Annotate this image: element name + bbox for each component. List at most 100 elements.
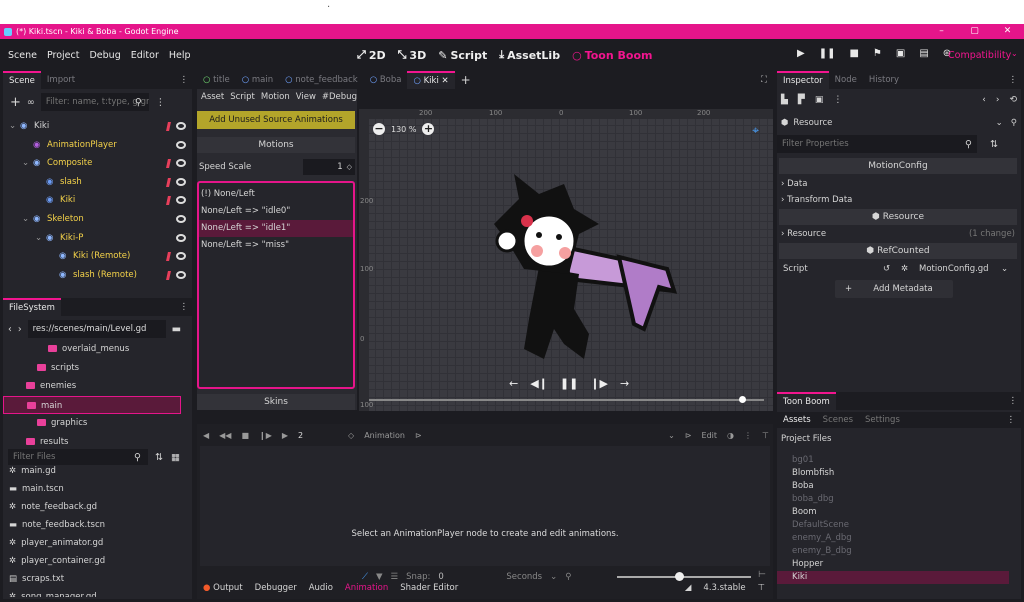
anim-back-icon[interactable]: ◀◀ (219, 431, 231, 440)
pause-icon[interactable]: ❚❚ (819, 48, 836, 59)
motion-item[interactable]: None/Left => "miss" (199, 237, 353, 254)
menu-asset[interactable]: Asset (201, 92, 224, 102)
folder-scripts[interactable]: scripts (3, 359, 192, 377)
grid-view-icon[interactable]: ▦ (171, 452, 180, 463)
scene-node-kiki-remote-[interactable]: ◉ Kiki (Remote) (3, 247, 192, 265)
visibility-eye-icon[interactable] (176, 140, 186, 149)
speed-scale-field[interactable]: 1 ◇ (303, 159, 355, 175)
tab-import[interactable]: Import (41, 71, 81, 89)
output-tab[interactable]: ● Output (203, 583, 243, 593)
history-icon[interactable]: ⟲ (1009, 95, 1017, 105)
asset-item[interactable]: enemy_A_dbg (777, 532, 1009, 545)
asset-item[interactable]: DefaultScene (777, 519, 1009, 532)
add-node-icon[interactable]: + (10, 95, 21, 110)
kiki-character[interactable] (469, 169, 689, 369)
editor-tab-note-feedback[interactable]: ○ note_feedback (279, 71, 364, 89)
scene-node-slash[interactable]: ◉ slash (3, 173, 192, 191)
maximize-button[interactable]: ▢ (958, 24, 991, 39)
asset-item[interactable]: Blombfish (777, 467, 1009, 480)
anim-first-icon[interactable]: ◀ (203, 431, 209, 440)
script-icon[interactable] (166, 177, 171, 187)
zoom-out-icon[interactable]: − (373, 123, 385, 135)
canvas-viewport[interactable]: 200 100 0 100 200 200 100 0 100 − 130 % … (359, 109, 773, 411)
scene-node-skeleton[interactable]: ⌄ ◉ Skeleton (3, 210, 192, 228)
file-player-container-gd[interactable]: ✲ player_container.gd (3, 552, 192, 570)
menu-editor[interactable]: Editor (126, 50, 164, 61)
renderer-select[interactable]: Compatibility (948, 50, 1011, 61)
pin-bottom-icon[interactable]: ⊤ (758, 583, 765, 593)
link-icon[interactable]: ∞ (27, 97, 35, 108)
minimize-button[interactable]: – (925, 24, 958, 39)
step-back-icon[interactable]: ◀❙ (530, 377, 548, 390)
workspace-3d[interactable]: ⤡ 3D (398, 48, 427, 62)
editor-tab-title[interactable]: ○ title (197, 71, 236, 89)
zoom-level[interactable]: 130 % (391, 125, 416, 134)
options-dots-icon[interactable]: ⋮ (156, 97, 166, 108)
animation-tab[interactable]: Animation (345, 583, 388, 593)
audio-tab[interactable]: Audio (309, 583, 333, 593)
asset-item[interactable]: enemy_B_dbg (777, 545, 1009, 558)
zoom-in-icon[interactable]: + (422, 123, 435, 135)
script-icon[interactable] (166, 252, 171, 262)
asset-item[interactable]: boba_dbg (777, 493, 1009, 506)
menu-dots-icon[interactable]: ⋮ (1009, 75, 1018, 85)
anim-frame-field[interactable]: 2 (298, 431, 338, 440)
expand-arrow-icon[interactable]: ⌄ (9, 117, 16, 135)
tab-history[interactable]: History (863, 71, 905, 89)
playback-scrubber[interactable] (369, 399, 764, 401)
visibility-eye-icon[interactable] (176, 252, 186, 261)
section-transform-data[interactable]: › Transform Data (777, 192, 1021, 208)
scene-node-composite[interactable]: ⌄ ◉ Composite (3, 154, 192, 172)
file-main-gd[interactable]: ✲ main.gd (3, 462, 192, 480)
folder-overlaid-menus[interactable]: overlaid_menus (3, 340, 192, 358)
visibility-eye-icon[interactable] (176, 196, 186, 205)
step-forward-icon[interactable]: ❙▶ (590, 377, 608, 390)
gear-icon[interactable]: ✲ (901, 261, 908, 277)
menu-script[interactable]: Script (230, 92, 255, 102)
chevron-down-icon[interactable]: ⌄ (1001, 261, 1008, 277)
folder-results[interactable]: results (3, 433, 192, 449)
shader-editor-tab[interactable]: Shader Editor (400, 583, 458, 593)
stop-icon[interactable]: ■ (849, 48, 858, 59)
file-scraps-txt[interactable]: ▤ scraps.txt (3, 570, 192, 588)
add-metadata-button[interactable]: + Add Metadata (835, 280, 953, 298)
new-resource-icon[interactable]: ▙ (781, 95, 788, 105)
next-icon[interactable]: → (620, 377, 629, 390)
spin-icon[interactable]: ◇ (347, 163, 352, 171)
asset-item[interactable]: Hopper (777, 558, 1009, 571)
menu-motion[interactable]: Motion (261, 92, 290, 102)
play-icon[interactable]: ▶ (797, 48, 805, 59)
script-icon[interactable] (166, 270, 171, 280)
editor-tab-kiki[interactable]: ○ Kiki ✕ (407, 71, 455, 89)
file-player-animator-gd[interactable]: ✲ player_animator.gd (3, 534, 192, 552)
menu-scene[interactable]: Scene (3, 50, 42, 61)
section-data[interactable]: › Data (777, 176, 1021, 192)
scene-node-kiki-p[interactable]: ⌄ ◉ Kiki-P (3, 229, 192, 247)
asset-item[interactable]: Boom (777, 506, 1009, 519)
visibility-eye-icon[interactable] (176, 159, 186, 168)
asset-item[interactable]: Kiki (777, 571, 1009, 584)
play-scene-icon[interactable]: ▤ (919, 48, 928, 59)
workspace-assetlib[interactable]: ⤓ AssetLib (499, 48, 560, 62)
expand-arrow-icon[interactable]: ⌄ (35, 229, 42, 247)
scene-node-kiki[interactable]: ⌄ ◉ Kiki (3, 117, 192, 135)
visibility-eye-icon[interactable] (176, 215, 186, 223)
menu-project[interactable]: Project (42, 50, 85, 61)
forward-icon[interactable]: › (18, 324, 22, 335)
editor-tab-boba[interactable]: ○ Boba (364, 71, 408, 89)
movie-icon[interactable]: ▣ (896, 48, 905, 59)
scene-node-animationplayer[interactable]: ◉ AnimationPlayer (3, 136, 192, 154)
workspace-2d[interactable]: ⤢ 2D (357, 48, 386, 62)
scene-node-kiki[interactable]: ◉ Kiki (3, 191, 192, 209)
anim-play-back-icon[interactable]: ❙▶ (259, 431, 272, 440)
chevron-down-icon[interactable]: ⌄ (1011, 49, 1018, 58)
resource-select[interactable]: Resource (793, 118, 832, 128)
file-main-tscn[interactable]: ▬ main.tscn (3, 480, 192, 498)
file-note-feedback-gd[interactable]: ✲ note_feedback.gd (3, 498, 192, 516)
motion-item[interactable]: None/Left => "idle0" (199, 203, 353, 220)
back-icon[interactable]: ‹ (982, 95, 986, 105)
expand-arrow-icon[interactable]: ⌄ (22, 210, 29, 228)
tab-scene[interactable]: Scene (3, 71, 41, 89)
autoplay-icon[interactable]: ⊳ (685, 431, 692, 440)
path-field[interactable] (27, 320, 166, 338)
